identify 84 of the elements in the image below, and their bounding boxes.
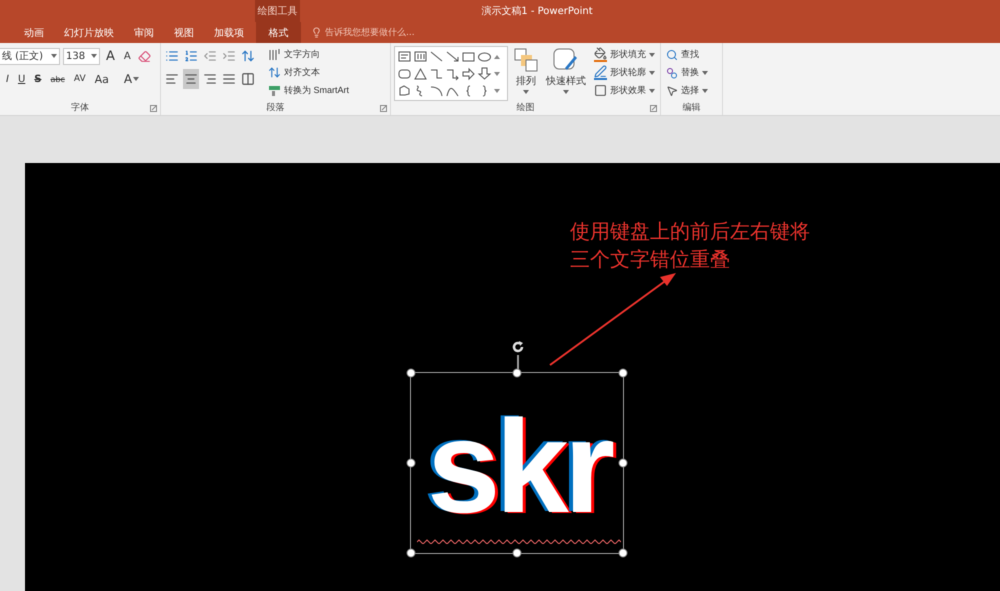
tell-me-field[interactable]: 告诉我您想要做什么... bbox=[325, 26, 415, 39]
format-button[interactable]: Aa bbox=[92, 69, 112, 89]
resize-handle[interactable] bbox=[406, 458, 416, 468]
font-size-field[interactable]: 138 bbox=[63, 48, 100, 64]
slide-text: skr bbox=[426, 401, 612, 533]
resize-handle[interactable] bbox=[618, 548, 628, 558]
arrow-line-icon[interactable] bbox=[445, 49, 460, 64]
grow-font-button[interactable]: A bbox=[103, 46, 118, 66]
paragraph-command[interactable]: 转换为 SmartArt bbox=[266, 82, 352, 99]
format-button[interactable]: S bbox=[31, 69, 44, 89]
smartart-icon bbox=[268, 84, 281, 97]
search-icon bbox=[666, 48, 678, 60]
pointer-icon bbox=[666, 84, 678, 96]
freeform-icon[interactable] bbox=[397, 83, 412, 98]
caret-icon bbox=[91, 54, 97, 58]
paint-bucket-icon bbox=[594, 47, 607, 62]
caret-icon bbox=[51, 54, 57, 58]
dialog-launcher-icon[interactable] bbox=[150, 105, 157, 112]
format-button[interactable]: I bbox=[3, 69, 12, 89]
caret-icon bbox=[523, 90, 529, 94]
format-button[interactable]: AV bbox=[70, 69, 89, 89]
ribbon-tab[interactable]: 加载项 bbox=[204, 22, 254, 43]
caret-icon bbox=[563, 90, 569, 94]
right-arrow-icon[interactable] bbox=[461, 66, 476, 81]
ribbon-tab[interactable]: 视图 bbox=[164, 22, 204, 43]
triangle-icon[interactable] bbox=[413, 66, 428, 81]
ribbon-tab[interactable]: 动画 bbox=[14, 22, 54, 43]
window-title: 演示文稿1 - PowerPoint bbox=[480, 4, 594, 19]
caret-icon bbox=[649, 52, 655, 56]
align-center-button[interactable] bbox=[183, 69, 199, 89]
shape-effects-icon bbox=[594, 84, 607, 97]
align-text-icon bbox=[268, 66, 281, 79]
editing-command[interactable]: 替换 bbox=[664, 64, 710, 81]
gallery-scroll-icon[interactable] bbox=[493, 70, 501, 78]
ribbon-tab[interactable]: 格式 bbox=[256, 22, 301, 43]
resize-handle[interactable] bbox=[618, 458, 628, 468]
resize-handle[interactable] bbox=[618, 368, 628, 378]
context-tab-label: 绘图工具 bbox=[255, 0, 300, 22]
ribbon-tab[interactable]: 幻灯片放映 bbox=[54, 22, 124, 43]
gallery-scroll-icon[interactable] bbox=[493, 86, 501, 94]
annotation-text: 使用键盘上的前后左右键将三个文字错位重叠 bbox=[570, 218, 811, 273]
vertical-text-box-icon[interactable] bbox=[413, 49, 428, 64]
font-name-field[interactable]: 线 (正文) bbox=[0, 48, 60, 64]
group-label: 绘图 bbox=[516, 102, 534, 115]
shape-gallery[interactable] bbox=[394, 46, 508, 101]
caret-icon bbox=[702, 70, 708, 74]
ribbon-tab[interactable]: 审阅 bbox=[124, 22, 164, 43]
group-label: 字体 bbox=[71, 102, 89, 115]
shrink-font-button[interactable]: A bbox=[120, 46, 134, 66]
gallery-scroll-icon[interactable] bbox=[493, 52, 501, 60]
replace-icon bbox=[666, 66, 678, 78]
arrange-icon bbox=[514, 48, 538, 72]
dialog-launcher-icon[interactable] bbox=[380, 105, 387, 112]
paragraph-command[interactable]: 文字方向 bbox=[266, 46, 352, 63]
resize-handle[interactable] bbox=[406, 548, 416, 558]
paragraph-command[interactable]: 对齐文本 bbox=[266, 64, 352, 81]
shape-format-command[interactable]: 形状效果 bbox=[592, 82, 657, 99]
text-box-icon[interactable] bbox=[397, 49, 412, 64]
resize-handle[interactable] bbox=[406, 368, 416, 378]
caret-icon bbox=[649, 88, 655, 92]
format-button[interactable]: U bbox=[14, 69, 28, 89]
format-button[interactable]: abc bbox=[47, 69, 68, 89]
font-color-button[interactable]: A bbox=[120, 69, 142, 89]
line-icon[interactable] bbox=[429, 49, 444, 64]
editing-command[interactable]: 选择 bbox=[664, 82, 710, 99]
caret-icon bbox=[133, 77, 140, 81]
dialog-launcher-icon[interactable] bbox=[650, 105, 657, 112]
text-direction-icon bbox=[268, 48, 281, 61]
shape-format-command[interactable]: 形状轮廓 bbox=[592, 64, 657, 81]
shape-format-command[interactable]: 形状填充 bbox=[592, 46, 657, 63]
caret-icon bbox=[702, 88, 708, 92]
caret-icon bbox=[649, 70, 655, 74]
pen-icon bbox=[594, 65, 607, 80]
resize-handle[interactable] bbox=[512, 368, 522, 378]
group-label: 编辑 bbox=[682, 102, 700, 115]
group-label: 段落 bbox=[266, 102, 284, 115]
lightbulb-icon bbox=[311, 27, 322, 38]
quick-styles-icon bbox=[553, 48, 579, 72]
down-arrow-icon[interactable] bbox=[477, 66, 492, 81]
rotate-handle-icon[interactable] bbox=[510, 339, 526, 355]
quick-styles-button[interactable]: 快速样式 bbox=[544, 46, 588, 101]
arrange-button[interactable]: 排列 bbox=[512, 46, 540, 101]
resize-handle[interactable] bbox=[512, 548, 522, 558]
editing-command[interactable]: 查找 bbox=[664, 46, 710, 63]
